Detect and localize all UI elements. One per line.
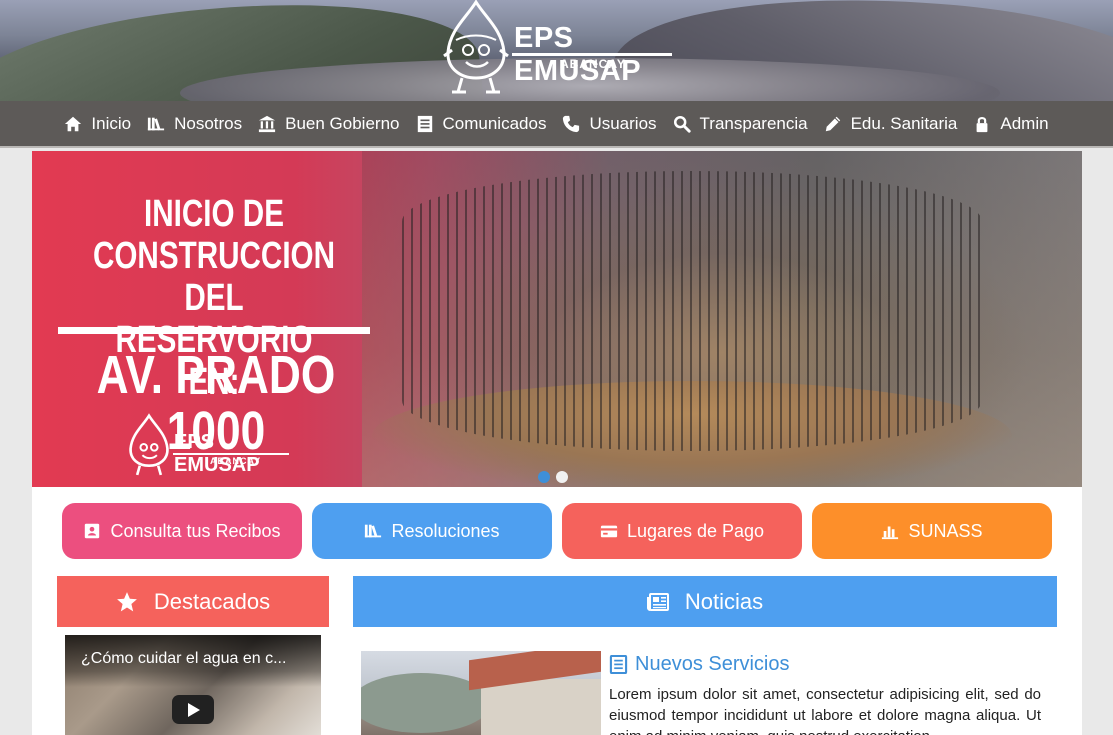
books-icon bbox=[147, 117, 165, 130]
water-drop-mascot-icon bbox=[443, 0, 509, 94]
nav-label: Transparencia bbox=[699, 113, 808, 133]
nav-label: Usuarios bbox=[589, 113, 657, 133]
credit-card-icon bbox=[600, 525, 618, 538]
resoluciones-button[interactable]: Resoluciones bbox=[312, 503, 552, 559]
banner-line-1: INICIO DE bbox=[144, 193, 284, 235]
carousel-dot-2[interactable] bbox=[556, 471, 568, 483]
thumbnail-building bbox=[481, 679, 601, 735]
nav-label: Edu. Sanitaria bbox=[850, 113, 958, 133]
lock-icon bbox=[976, 116, 988, 132]
nav-item-buen-gobierno[interactable]: Buen Gobierno bbox=[258, 113, 400, 134]
nav-item-comunicados[interactable]: Comunicados bbox=[416, 113, 547, 134]
nav-item-admin[interactable]: Admin bbox=[973, 113, 1049, 134]
news-item-body: Lorem ipsum dolor sit amet, consectetur … bbox=[609, 686, 1041, 735]
news-item-title[interactable]: Nuevos Servicios bbox=[609, 653, 790, 676]
id-card-icon bbox=[85, 523, 100, 539]
home-icon bbox=[65, 116, 82, 131]
rebar-cage bbox=[402, 171, 982, 451]
destacados-header: Destacados bbox=[57, 576, 329, 627]
news-thumbnail[interactable] bbox=[361, 651, 601, 735]
carousel-dot-1[interactable] bbox=[538, 471, 550, 483]
star-icon bbox=[117, 591, 137, 611]
banner-line-2: CONSTRUCCION DEL bbox=[92, 235, 336, 319]
lugares-pago-button[interactable]: Lugares de Pago bbox=[562, 503, 802, 559]
banner-logo-subtitle: ABANCAY bbox=[210, 456, 262, 466]
carousel-indicators bbox=[538, 471, 568, 483]
play-button-icon[interactable] bbox=[172, 695, 214, 724]
banner-divider bbox=[58, 327, 370, 334]
nav-item-inicio[interactable]: Inicio bbox=[64, 114, 131, 134]
button-label: Consulta tus Recibos bbox=[110, 520, 281, 541]
destacados-title: Destacados bbox=[153, 588, 271, 614]
logo-subtitle: ABANCAY bbox=[560, 57, 626, 71]
sunass-button[interactable]: SUNASS bbox=[812, 503, 1052, 559]
bank-icon bbox=[259, 115, 276, 132]
newspaper-icon bbox=[646, 592, 669, 611]
nav-item-transparencia[interactable]: Transparencia bbox=[673, 114, 808, 134]
water-drop-mascot-icon bbox=[129, 413, 169, 476]
featured-video[interactable]: ¿Cómo cuidar el agua en c... bbox=[65, 635, 321, 735]
search-icon bbox=[673, 115, 691, 133]
logo-underline bbox=[512, 53, 672, 56]
nav-label: Admin bbox=[1000, 113, 1049, 133]
nav-label: Inicio bbox=[91, 113, 132, 133]
document-icon bbox=[609, 655, 628, 674]
document-icon bbox=[417, 115, 432, 132]
main-content: Consulta tus Recibos Resoluciones Lugare… bbox=[32, 487, 1082, 735]
button-label: Lugares de Pago bbox=[626, 520, 765, 541]
button-label: SUNASS bbox=[908, 520, 983, 541]
site-logo[interactable]: EPS EMUSAP ABANCAY bbox=[438, 0, 678, 96]
pencil-icon bbox=[825, 116, 840, 131]
phone-icon bbox=[563, 115, 580, 132]
main-nav: Inicio Nosotros Buen Gobierno Comunicado… bbox=[0, 101, 1113, 148]
nav-label: Comunicados bbox=[442, 113, 547, 133]
nav-label: Nosotros bbox=[174, 113, 243, 133]
noticias-header: Noticias bbox=[353, 576, 1057, 627]
nav-label: Buen Gobierno bbox=[285, 113, 400, 133]
hero-carousel[interactable]: INICIO DE CONSTRUCCION DEL RESERVORIO EN… bbox=[32, 151, 1082, 487]
books-icon bbox=[365, 524, 382, 538]
consulta-recibos-button[interactable]: Consulta tus Recibos bbox=[62, 503, 302, 559]
video-title[interactable]: ¿Cómo cuidar el agua en c... bbox=[81, 650, 286, 668]
banner-logo-underline bbox=[173, 453, 289, 455]
nav-item-usuarios[interactable]: Usuarios bbox=[562, 113, 657, 134]
news-title-label: Nuevos Servicios bbox=[635, 653, 790, 675]
nav-item-edu-sanitaria[interactable]: Edu. Sanitaria bbox=[824, 113, 958, 134]
noticias-title: Noticias bbox=[684, 588, 764, 614]
button-label: Resoluciones bbox=[391, 520, 500, 541]
site-header: EPS EMUSAP ABANCAY bbox=[0, 0, 1113, 101]
nav-item-nosotros[interactable]: Nosotros bbox=[147, 114, 242, 134]
bar-chart-icon bbox=[882, 526, 899, 540]
banner-logo: EPS EMUSAP ABANCAY bbox=[124, 411, 304, 481]
